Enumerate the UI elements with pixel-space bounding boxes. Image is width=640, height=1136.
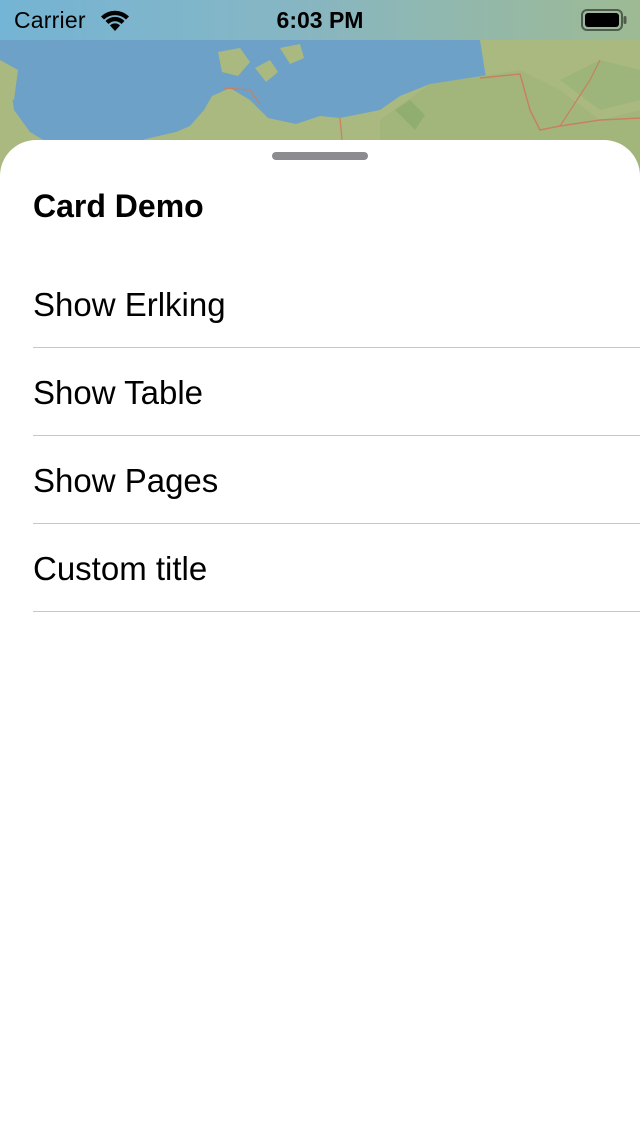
sheet-grabber-handle[interactable] bbox=[272, 152, 368, 160]
divider bbox=[33, 611, 640, 612]
app-screen: Carrier 6:03 PM Card Demo Show Erlking S… bbox=[0, 0, 640, 1136]
menu-item-show-erlking[interactable]: Show Erlking bbox=[0, 260, 640, 348]
battery-full-icon bbox=[581, 9, 627, 31]
menu-item-show-table[interactable]: Show Table bbox=[0, 348, 640, 436]
menu-item-label: Custom title bbox=[33, 550, 208, 587]
menu-item-label: Show Table bbox=[33, 374, 204, 411]
card-title: Card Demo bbox=[33, 188, 204, 224]
status-time: 6:03 PM bbox=[276, 7, 364, 33]
status-bar: Carrier 6:03 PM bbox=[0, 0, 640, 40]
menu-item-label: Show Erlking bbox=[33, 286, 226, 323]
menu-item-label: Show Pages bbox=[33, 462, 219, 499]
menu-item-show-pages[interactable]: Show Pages bbox=[0, 436, 640, 524]
bottom-sheet-card: Card Demo Show Erlking Show Table Show P… bbox=[0, 140, 640, 1136]
menu-list: Show Erlking Show Table Show Pages Custo… bbox=[0, 260, 640, 612]
menu-item-custom-title[interactable]: Custom title bbox=[0, 524, 640, 612]
